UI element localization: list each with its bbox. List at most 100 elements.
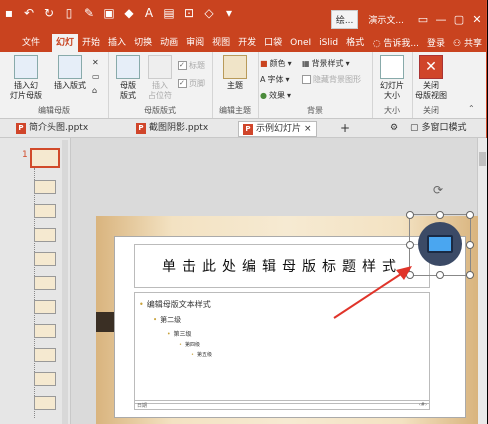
resize-handle[interactable] (466, 271, 474, 279)
preserve-icon[interactable]: ⌂ (92, 86, 97, 95)
group-size: 幻灯片 大小 大小 (372, 52, 413, 118)
login-link[interactable]: 登录 (427, 36, 445, 49)
close-master-view-button[interactable]: ✕ 关闭 母版视图 (412, 55, 450, 101)
insert-slide-master-button[interactable]: 插入幻 灯片母版 (4, 55, 48, 101)
bg-styles-label: 背景样式 (311, 59, 344, 68)
tab-onekey[interactable]: OneI (286, 34, 315, 52)
layout-thumbnail[interactable] (34, 372, 56, 386)
close-icon[interactable]: ✕ (468, 12, 486, 28)
shape-icon[interactable]: ◇ (202, 6, 216, 20)
share-button[interactable]: ⚇ 共享 (453, 36, 482, 49)
customize-qat-icon[interactable]: ▾ (222, 6, 236, 20)
fill-color-icon[interactable]: ◆ (122, 6, 136, 20)
layout-thumbnail[interactable] (34, 396, 56, 410)
new-file-icon[interactable]: ▯ (62, 6, 76, 20)
master-thumbnail[interactable] (30, 148, 60, 168)
tab-islide[interactable]: iSlid (315, 34, 342, 52)
tab-pocket[interactable]: 口袋 (260, 34, 286, 52)
level-2-text: • 第二级 (153, 316, 182, 324)
tab-transitions[interactable]: 切换 (130, 34, 156, 52)
effects-dropdown[interactable]: ● 效果 ▾ (260, 90, 291, 101)
crop-icon[interactable]: ⊡ (182, 6, 196, 20)
insert-layout-button[interactable]: 插入版式 (50, 55, 90, 91)
layout-thumbnail[interactable] (34, 324, 56, 338)
tab-review[interactable]: 审阅 (182, 34, 208, 52)
layout-thumbnail[interactable] (34, 276, 56, 290)
screenshot-icon[interactable]: ▣ (102, 6, 116, 20)
colors-dropdown[interactable]: ■ 颜色 ▾ (260, 58, 292, 69)
rotate-handle-icon[interactable]: ⟳ (432, 184, 444, 196)
layout-thumbnail[interactable] (34, 228, 56, 242)
settings-icon[interactable]: ⚙ (390, 121, 398, 135)
footer-placeholders[interactable]: 日期 ‹#› (134, 400, 430, 410)
maximize-icon[interactable]: ▢ (450, 12, 468, 28)
tell-me-box[interactable]: ◌ 告诉我... (373, 36, 419, 49)
layout-thumbnail[interactable] (34, 300, 56, 314)
ribbon-options-icon[interactable]: ▭ (414, 12, 432, 28)
date-placeholder: 日期 (137, 403, 148, 409)
new-tab-button[interactable]: + (340, 121, 350, 135)
doc-tab-1[interactable]: P 简介头图.pptx (16, 121, 88, 135)
thumbnail-pane[interactable]: 1 (0, 138, 71, 424)
multi-window-label: 多窗口模式 (421, 123, 467, 133)
close-tab-icon[interactable]: × (304, 122, 312, 136)
undo-icon[interactable]: ↶ (22, 6, 36, 20)
level-4-text: • 第四级 (179, 342, 200, 348)
group-label-master-layout: 母版版式 (144, 106, 176, 115)
tab-insert[interactable]: 插入 (104, 34, 130, 52)
footer-checkbox[interactable]: 页脚 (178, 78, 205, 89)
resize-handle[interactable] (406, 241, 414, 249)
save-icon[interactable]: ▪ (2, 6, 16, 20)
doc-tab-3[interactable]: P 示例幻灯片 × (238, 121, 317, 137)
theme-button[interactable]: 主题 (218, 55, 252, 91)
tab-slide-master[interactable]: 幻灯 (52, 34, 79, 52)
title-checkbox[interactable]: 标题 (178, 60, 205, 71)
background-styles-dropdown[interactable]: ▦ 背景样式 ▾ (302, 58, 350, 69)
insert-placeholder-button[interactable]: 插入 占位符 (144, 55, 176, 101)
layout-thumbnail[interactable] (34, 348, 56, 362)
resize-handle[interactable] (436, 271, 444, 279)
font-color-icon[interactable]: A (142, 6, 156, 20)
scroll-thumb[interactable] (479, 152, 486, 166)
layout-thumbnail[interactable] (34, 252, 56, 266)
resize-handle[interactable] (406, 211, 414, 219)
doc-tab-2[interactable]: P 截图阴影.pptx (136, 121, 208, 135)
tabs-right-area: ◌ 告诉我... 登录 ⚇ 共享 (373, 36, 482, 49)
close-master-icon: ✕ (419, 55, 443, 79)
rename-icon[interactable]: ▭ (92, 72, 100, 81)
format-painter-icon[interactable]: ✎ (82, 6, 96, 20)
hide-background-checkbox[interactable]: 隐藏背景图形 (302, 74, 361, 85)
tab-animations[interactable]: 动画 (156, 34, 182, 52)
resize-handle[interactable] (436, 211, 444, 219)
minimize-icon[interactable]: — (432, 12, 450, 28)
layout-thumbnail[interactable] (34, 204, 56, 218)
effects-label: 效果 (268, 91, 285, 100)
tab-view[interactable]: 视图 (208, 34, 234, 52)
tab-file[interactable]: 文件 (0, 34, 52, 52)
context-chip[interactable]: 绘... (330, 10, 359, 29)
group-label-size: 大小 (384, 106, 400, 115)
doc-tab-label: 截图阴影.pptx (149, 123, 209, 133)
fonts-dropdown[interactable]: A 字体 ▾ (260, 74, 290, 85)
tab-home[interactable]: 开始 (78, 34, 104, 52)
resize-handle[interactable] (466, 211, 474, 219)
slide-size-button[interactable]: 幻灯片 大小 (374, 55, 410, 101)
collapse-ribbon-icon[interactable]: ⌃ (468, 104, 475, 113)
master-layout-button[interactable]: 母版 版式 (112, 55, 144, 101)
canvas-scrollbar[interactable] (477, 138, 487, 424)
thumbnail-scrollbar[interactable] (62, 140, 68, 424)
delete-icon[interactable]: ✕ (92, 58, 99, 67)
laptop-icon-circle[interactable] (418, 222, 462, 266)
redo-icon[interactable]: ↻ (42, 6, 56, 20)
footer-checkbox-label: 页脚 (189, 79, 205, 88)
pptx-file-icon: P (16, 122, 26, 134)
resize-handle[interactable] (466, 241, 474, 249)
group-label-close: 关闭 (423, 106, 439, 115)
level-1-text: • 编辑母版文本样式 (139, 300, 211, 309)
layout-thumbnail[interactable] (34, 180, 56, 194)
share-label: 共享 (463, 39, 482, 49)
layout-icon[interactable]: ▤ (162, 6, 176, 20)
tab-developer[interactable]: 开发 (234, 34, 260, 52)
tab-format[interactable]: 格式 (342, 34, 368, 52)
multi-window-toggle[interactable]: ▢ 多窗口模式 (410, 121, 467, 135)
